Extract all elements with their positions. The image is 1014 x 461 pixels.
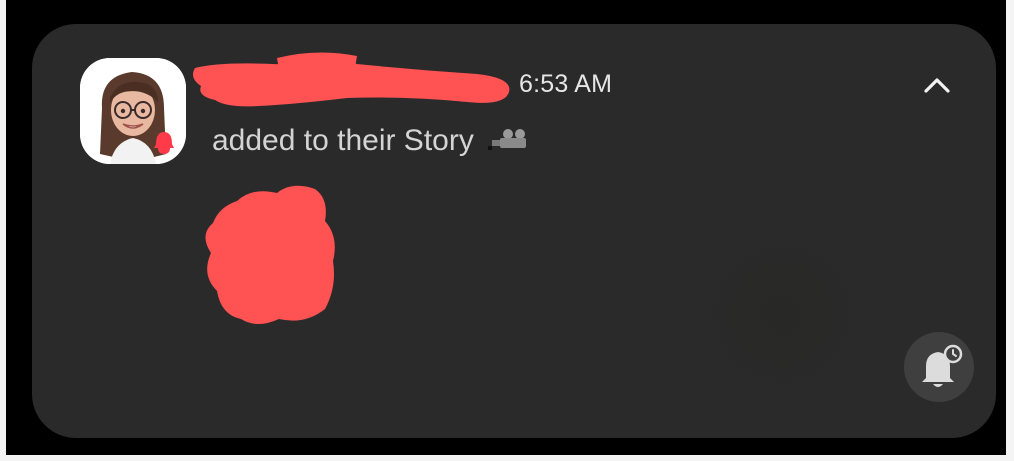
message-text: added to their Story [212,124,474,157]
sender-name-redaction [187,44,517,114]
avatar[interactable] [80,58,186,164]
bell-snooze-icon [922,344,963,387]
chevron-up-icon [924,78,950,93]
bitmoji-avatar-icon [80,58,186,164]
screen-frame: 6:53 AM added to their Story [0,0,1014,461]
film-camera-icon [486,126,530,152]
card-background-glow [672,214,892,414]
bottom-border [0,455,1014,461]
right-border [1006,0,1014,461]
notification-card[interactable]: 6:53 AM added to their Story [32,24,996,438]
left-border [0,0,6,461]
snooze-button[interactable] [904,332,974,402]
image-preview-redaction[interactable] [197,179,347,329]
collapse-button[interactable] [920,70,954,100]
notification-time: 6:53 AM [519,70,613,98]
notification-message: added to their Story [212,124,530,158]
